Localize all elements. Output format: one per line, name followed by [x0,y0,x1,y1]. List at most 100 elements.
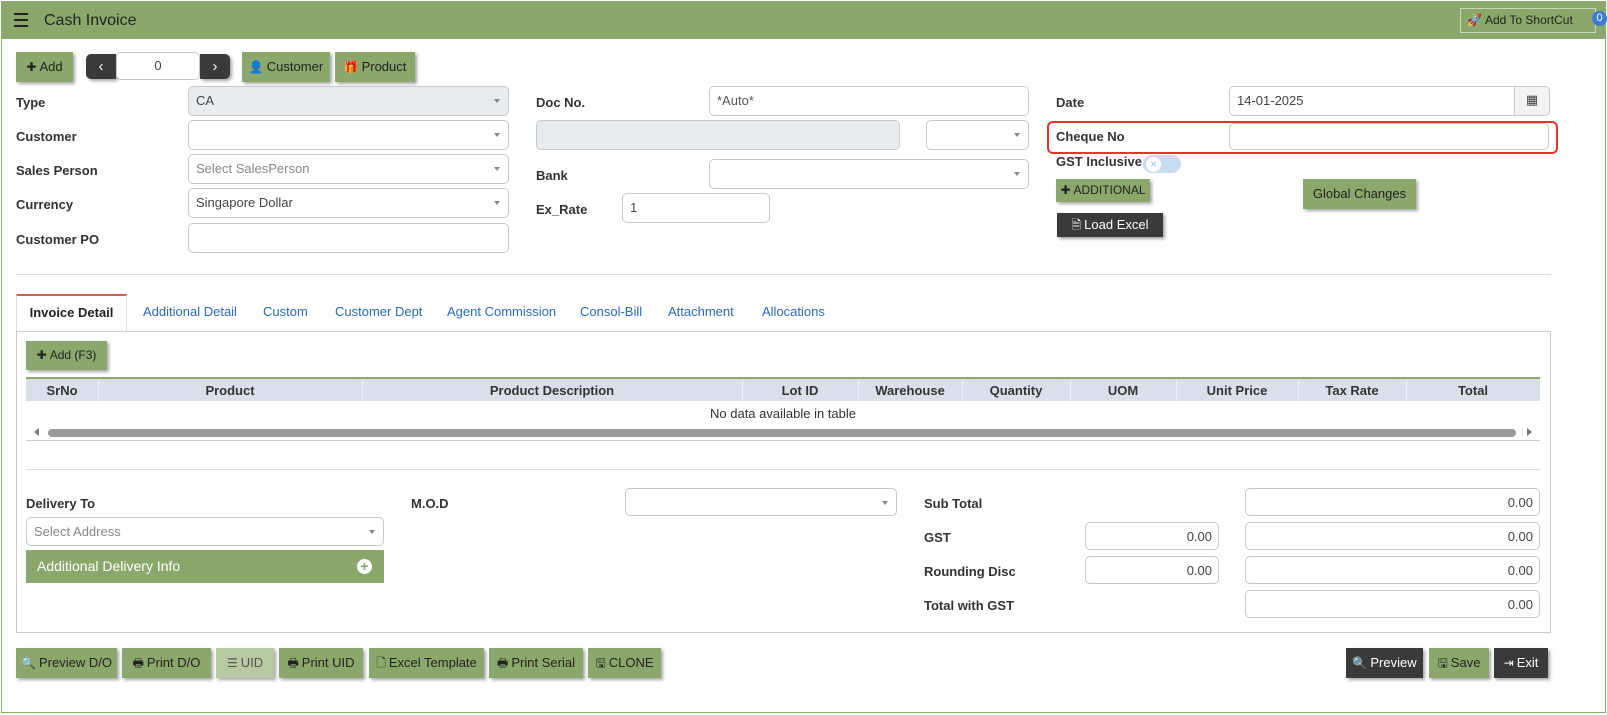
plus-icon: ✚ [1060,183,1071,197]
exit-label: Exit [1516,655,1539,670]
tab-allocations[interactable]: Allocations [762,304,825,319]
global-changes-button[interactable]: Global Changes [1303,179,1416,209]
plus-circle-icon[interactable]: + [357,559,372,574]
print-do-label: Print D/O [146,655,201,670]
col-uom[interactable]: UOM [1070,383,1176,398]
additional-delivery-info-bar[interactable]: Additional Delivery Info [26,550,384,583]
clone-label: CLONE [608,655,654,670]
list-icon: ☰ [226,656,238,670]
tab-invoice-detail[interactable]: Invoice Detail [16,294,127,332]
exit-icon: ⇥ [1503,656,1514,670]
print-uid-button[interactable]: 🖶 Print UID [279,648,363,678]
doc-no-input[interactable]: *Auto* [709,86,1029,116]
additional-button[interactable]: ✚ ADDITIONAL [1056,179,1150,202]
excel-file-icon: 🗎 [1071,218,1082,232]
cheque-no-highlight [1047,121,1558,154]
title-bar: Cash Invoice [2,2,1605,39]
add-button[interactable]: ✚ Add [16,52,73,82]
mod-select[interactable] [625,488,897,516]
product-button[interactable]: 🎁 Product [335,52,415,82]
sales-person-placeholder: Select SalesPerson [196,161,310,176]
type-select[interactable]: CA [188,86,509,116]
hamburger-menu-icon[interactable] [14,13,28,27]
plus-icon: ✚ [36,348,47,362]
dropdown-caret-icon [369,530,375,534]
col-srno[interactable]: SrNo [26,383,98,398]
sub-total-value: 0.00 [1245,488,1540,516]
grid-empty-message: No data available in table [710,406,856,421]
calendar-button[interactable]: ▦ [1514,86,1550,116]
preview-button[interactable]: 🔍 Preview [1346,648,1423,678]
shortcut-label: Add To ShortCut [1484,13,1573,27]
save-disk-icon: 🖫 [1437,656,1448,670]
bank-label: Bank [536,168,568,183]
toggle-off-icon: × [1145,156,1162,173]
currency-select[interactable]: Singapore Dollar [188,188,509,218]
col-product-description[interactable]: Product Description [362,383,742,398]
delivery-to-label: Delivery To [26,496,96,511]
search-icon: 🔍 [21,656,36,670]
preview-label: Preview [1370,655,1417,670]
doc-no-label: Doc No. [536,95,586,110]
uid-label: UID [240,655,264,670]
load-excel-button[interactable]: 🗎 Load Excel [1057,213,1163,237]
gst-value: 0.00 [1245,522,1540,550]
tab-customer-dept[interactable]: Customer Dept [335,304,422,319]
col-product[interactable]: Product [98,383,362,398]
col-tax-rate[interactable]: Tax Rate [1298,383,1406,398]
add-line-button[interactable]: ✚ Add (F3) [26,341,107,370]
col-quantity[interactable]: Quantity [962,383,1070,398]
sales-person-select[interactable]: Select SalesPerson [188,154,509,184]
customer-select[interactable] [188,120,509,150]
tab-attachment[interactable]: Attachment [668,304,734,319]
customer-button[interactable]: 👤 Customer [242,52,330,82]
ex-rate-input[interactable]: 1 [622,193,770,223]
tab-agent-commission[interactable]: Agent Commission [447,304,556,319]
printer-icon: 🖶 [132,656,144,670]
uid-button[interactable]: ☰ UID [216,648,274,678]
section-divider [16,274,1551,275]
customer-extra-select[interactable] [926,120,1029,150]
currency-value: Singapore Dollar [196,195,293,210]
date-input[interactable]: 14-01-2025 [1229,86,1515,116]
dropdown-caret-icon [494,133,500,137]
scroll-right-icon[interactable] [1527,428,1532,436]
print-serial-button[interactable]: 🖶 Print Serial [489,648,583,678]
excel-template-button[interactable]: 🗋 Excel Template [369,648,484,678]
calendar-icon: ▦ [1525,92,1539,107]
preview-do-button[interactable]: 🔍 Preview D/O [16,648,117,678]
add-to-shortcut-button[interactable]: 🚀 Add To ShortCut [1460,8,1596,33]
excel-template-label: Excel Template [388,655,477,670]
customer-po-label: Customer PO [16,232,100,247]
tab-consol-bill[interactable]: Consol-Bill [580,304,642,319]
record-number-input[interactable]: 0 [116,52,200,80]
additional-button-label: ADDITIONAL [1073,183,1146,197]
gst-rate-input[interactable]: 0.00 [1085,522,1219,550]
scroll-left-icon[interactable] [34,428,39,436]
customer-label: Customer [16,129,77,144]
search-icon: 🔍 [1352,656,1368,670]
bank-select[interactable] [709,159,1029,189]
clone-button[interactable]: 🖫 CLONE [588,648,661,678]
horizontal-scrollbar[interactable] [48,429,1516,437]
col-warehouse[interactable]: Warehouse [858,383,962,398]
save-button[interactable]: 🖫 Save [1429,648,1489,678]
product-button-label: Product [361,59,407,74]
save-label: Save [1450,655,1481,670]
col-total[interactable]: Total [1406,383,1540,398]
next-record-button[interactable]: › [200,54,230,79]
exit-button[interactable]: ⇥ Exit [1494,648,1548,678]
col-lot-id[interactable]: Lot ID [742,383,858,398]
rounding-rate-input[interactable]: 0.00 [1085,556,1219,584]
tab-additional-detail[interactable]: Additional Detail [143,304,237,319]
save-disk-icon: 🖫 [595,656,606,670]
delivery-address-select[interactable]: Select Address [26,517,384,546]
print-do-button[interactable]: 🖶 Print D/O [122,648,211,678]
tab-custom[interactable]: Custom [263,304,308,319]
preview-do-label: Preview D/O [38,655,112,670]
col-unit-price[interactable]: Unit Price [1176,383,1298,398]
customer-po-input[interactable] [188,223,509,253]
gst-inclusive-label: GST Inclusive [1056,154,1142,169]
prev-record-button[interactable]: ‹ [86,54,116,79]
currency-label: Currency [16,197,74,212]
